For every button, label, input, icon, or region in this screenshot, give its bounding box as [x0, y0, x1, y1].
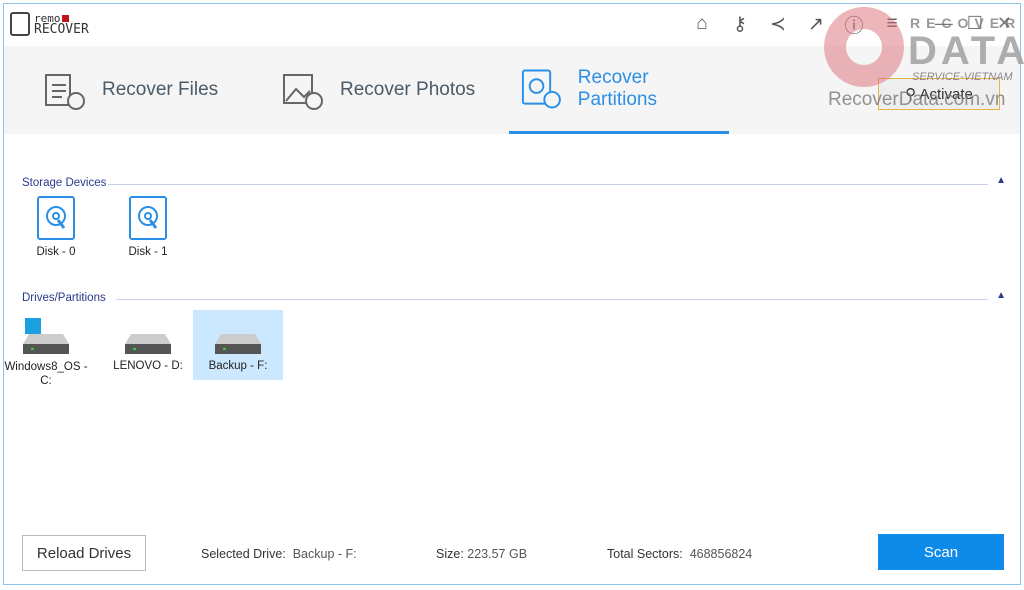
tab-bar: Recover Files Recover Photos Recover Par…: [4, 46, 1020, 134]
sectors-label: Total Sectors:: [607, 547, 683, 561]
scan-button[interactable]: Scan: [878, 534, 1004, 570]
drive-icon: [23, 318, 69, 354]
tab-label: Recover Files: [102, 79, 219, 100]
size-info: Size: 223.57 GB: [436, 547, 527, 561]
reload-drives-button[interactable]: Reload Drives: [22, 535, 146, 571]
external-link-icon[interactable]: ↗: [804, 12, 828, 36]
collapse-chevron-icon[interactable]: ▲: [996, 175, 1006, 186]
divider: [108, 184, 988, 185]
disk-1[interactable]: Disk - 1: [103, 196, 193, 258]
disk-label: Disk - 1: [128, 246, 168, 258]
drive-f[interactable]: Backup - F:: [193, 310, 283, 380]
activate-button[interactable]: ⚲ Activate: [878, 78, 1000, 110]
title-bar: remo RECOVER ⌂ ⚷ ≺ ↗ ⓘ ≡ — ☐ ✕: [4, 4, 1020, 46]
drive-c[interactable]: Windows8_OS - C:: [1, 318, 91, 396]
selected-drive-label: Selected Drive:: [201, 547, 286, 561]
drives-partitions-header: Drives/Partitions ▲: [22, 290, 1006, 304]
storage-devices-header: Storage Devices ▲: [22, 175, 1006, 189]
size-value: 223.57 GB: [467, 547, 528, 561]
drive-icon: [215, 332, 261, 354]
app-window: remo RECOVER ⌂ ⚷ ≺ ↗ ⓘ ≡ — ☐ ✕ Recover Fi…: [3, 3, 1021, 585]
disk-label: Disk - 0: [36, 246, 76, 258]
drive-d[interactable]: LENOVO - D:: [103, 322, 193, 382]
size-label: Size:: [436, 547, 464, 561]
home-icon[interactable]: ⌂: [690, 12, 714, 36]
activate-label: Activate: [919, 86, 973, 103]
tab-label: Recover Partitions: [577, 66, 657, 110]
minimize-button[interactable]: —: [935, 13, 953, 34]
tab-recover-photos[interactable]: Recover Photos: [280, 46, 475, 134]
windows-logo-icon: [25, 318, 41, 334]
help-icon[interactable]: ⓘ: [842, 12, 866, 37]
share-icon[interactable]: ≺: [766, 12, 790, 36]
close-button[interactable]: ✕: [997, 13, 1012, 34]
hard-disk-icon: [37, 196, 75, 240]
recover-partitions-icon: [521, 69, 561, 108]
logo-bottom: RECOVER: [34, 22, 89, 37]
selected-drive-info: Selected Drive: Backup - F:: [201, 547, 357, 561]
tab-recover-partitions[interactable]: Recover Partitions: [509, 46, 729, 134]
divider: [116, 299, 988, 300]
drive-label: Backup - F:: [208, 360, 268, 372]
recover-files-icon: [45, 74, 85, 110]
section-title: Storage Devices: [22, 177, 107, 189]
section-title: Drives/Partitions: [22, 292, 106, 304]
key-icon[interactable]: ⚷: [728, 12, 752, 36]
logo-icon: [10, 12, 30, 36]
menu-icon[interactable]: ≡: [880, 12, 904, 36]
disk-0[interactable]: Disk - 0: [11, 196, 101, 258]
maximize-button[interactable]: ☐: [967, 13, 983, 34]
sectors-info: Total Sectors: 468856824: [607, 547, 752, 561]
drive-icon: [125, 332, 171, 354]
tab-recover-files[interactable]: Recover Files: [42, 46, 218, 134]
sectors-value: 468856824: [689, 547, 753, 561]
tab-label: Recover Photos: [340, 79, 476, 100]
recover-photos-icon: [283, 74, 323, 110]
remo-recover-logo: remo RECOVER: [10, 12, 89, 36]
drive-label: Windows8_OS - C:: [4, 361, 88, 387]
hard-disk-icon: [129, 196, 167, 240]
drive-label: LENOVO - D:: [113, 360, 183, 372]
selected-drive-value: Backup - F:: [292, 547, 357, 561]
collapse-chevron-icon[interactable]: ▲: [996, 290, 1006, 301]
bottom-bar: Reload Drives Selected Drive: Backup - F…: [22, 532, 1004, 572]
